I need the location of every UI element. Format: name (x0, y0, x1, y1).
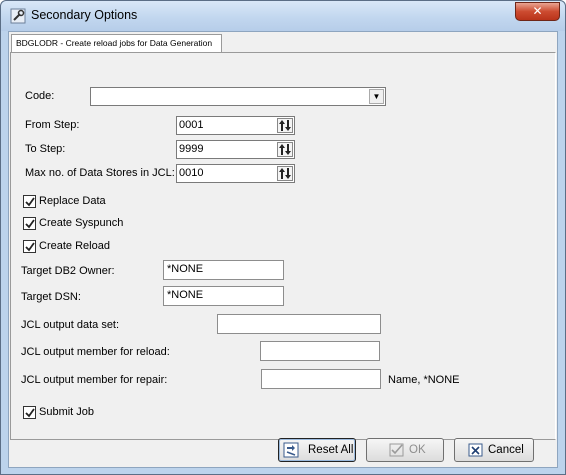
create-syspunch-checkbox[interactable] (23, 217, 36, 230)
up-down-arrows-icon[interactable] (277, 142, 293, 157)
from-step-value: 0001 (179, 119, 204, 131)
reset-icon (283, 442, 299, 461)
target-db2-owner-label: Target DB2 Owner: (21, 265, 115, 277)
replace-data-checkbox[interactable] (23, 195, 36, 208)
jcl-member-repair-hint: Name, *NONE (388, 374, 460, 386)
code-label: Code: (25, 90, 55, 102)
target-dsn-input[interactable]: *NONE (163, 286, 284, 306)
create-reload-checkbox[interactable] (23, 240, 36, 253)
max-stores-value: 0010 (179, 167, 204, 179)
to-step-value: 9999 (179, 143, 204, 155)
title-bar[interactable]: Secondary Options ✕ (1, 1, 565, 31)
to-step-label: To Step: (25, 143, 66, 155)
code-dropdown[interactable]: ▼ (90, 87, 386, 106)
max-stores-label: Max no. of Data Stores in JCL: (25, 167, 175, 179)
cancel-label: Cancel (488, 444, 524, 456)
up-down-arrows-icon[interactable] (277, 118, 293, 133)
ok-button[interactable]: OK (366, 438, 444, 462)
from-step-spinner[interactable]: 0001 (176, 116, 295, 135)
jcl-data-set-input[interactable] (217, 314, 381, 334)
x-box-icon (468, 442, 484, 461)
reset-all-label: Reset All (308, 444, 354, 456)
jcl-member-repair-label: JCL output member for repair: (21, 374, 168, 386)
submit-job-label: Submit Job (39, 406, 95, 418)
target-db2-owner-input[interactable]: *NONE (163, 260, 284, 280)
jcl-member-repair-input[interactable] (261, 369, 381, 389)
tab-bdglodr[interactable]: BDGLODR - Create reload jobs for Data Ge… (11, 34, 222, 53)
window-title: Secondary Options (31, 8, 138, 22)
ok-label: OK (409, 444, 426, 456)
reset-all-button[interactable]: Reset All (278, 438, 356, 462)
up-down-arrows-icon[interactable] (277, 166, 293, 181)
chevron-down-icon[interactable]: ▼ (369, 89, 384, 104)
target-dsn-label: Target DSN: (21, 291, 81, 303)
cancel-button[interactable]: Cancel (454, 438, 534, 462)
max-stores-spinner[interactable]: 0010 (176, 164, 295, 183)
jcl-data-set-label: JCL output data set: (21, 319, 120, 331)
check-icon (389, 442, 405, 461)
create-reload-label: Create Reload (39, 240, 110, 252)
close-button[interactable]: ✕ (515, 2, 560, 21)
wrench-icon (10, 8, 26, 24)
jcl-member-reload-label: JCL output member for reload: (21, 346, 170, 358)
create-syspunch-label: Create Syspunch (39, 217, 124, 229)
secondary-options-window: Secondary Options ✕ BDGLODR - Create rel… (0, 0, 566, 475)
from-step-label: From Step: (25, 119, 80, 131)
replace-data-label: Replace Data (39, 195, 106, 207)
jcl-member-reload-input[interactable] (260, 341, 380, 361)
submit-job-checkbox[interactable] (23, 406, 36, 419)
to-step-spinner[interactable]: 9999 (176, 140, 295, 159)
